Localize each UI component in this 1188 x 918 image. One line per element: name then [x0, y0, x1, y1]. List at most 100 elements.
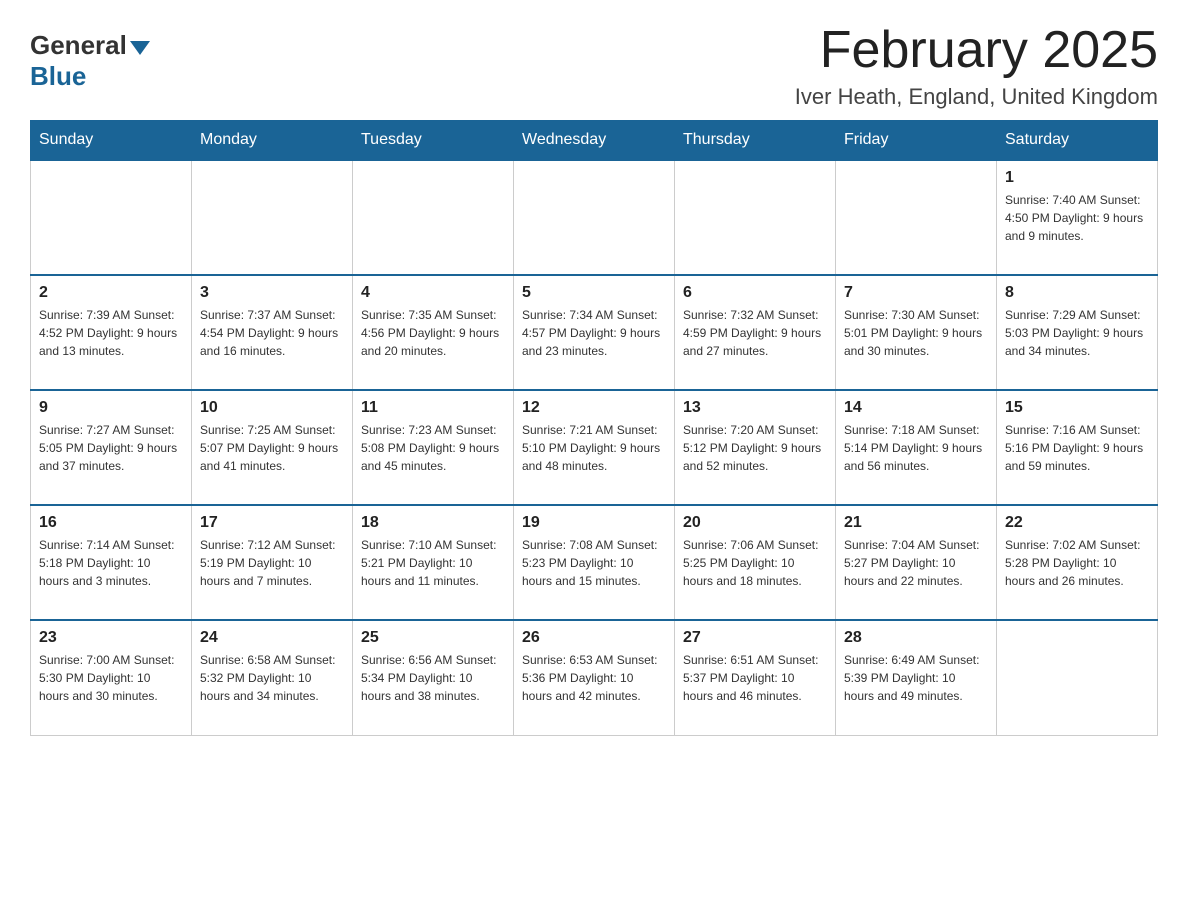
weekday-header-sunday: Sunday [31, 121, 192, 161]
day-number: 2 [39, 284, 183, 302]
day-info: Sunrise: 7:25 AM Sunset: 5:07 PM Dayligh… [200, 421, 344, 475]
calendar-cell [514, 160, 675, 275]
weekday-header-wednesday: Wednesday [514, 121, 675, 161]
day-info: Sunrise: 7:39 AM Sunset: 4:52 PM Dayligh… [39, 306, 183, 360]
day-info: Sunrise: 7:40 AM Sunset: 4:50 PM Dayligh… [1005, 191, 1149, 245]
calendar-cell: 12 Sunrise: 7:21 AM Sunset: 5:10 PM Dayli… [514, 390, 675, 505]
day-number: 6 [683, 284, 827, 302]
day-info: Sunrise: 7:34 AM Sunset: 4:57 PM Dayligh… [522, 306, 666, 360]
logo: General Blue [30, 30, 150, 92]
calendar-cell [836, 160, 997, 275]
day-info: Sunrise: 7:08 AM Sunset: 5:23 PM Dayligh… [522, 536, 666, 590]
day-info: Sunrise: 7:20 AM Sunset: 5:12 PM Dayligh… [683, 421, 827, 475]
logo-arrow-icon [130, 41, 150, 55]
day-number: 10 [200, 399, 344, 417]
day-info: Sunrise: 7:06 AM Sunset: 5:25 PM Dayligh… [683, 536, 827, 590]
day-info: Sunrise: 7:00 AM Sunset: 5:30 PM Dayligh… [39, 651, 183, 705]
calendar-cell: 18 Sunrise: 7:10 AM Sunset: 5:21 PM Dayli… [353, 505, 514, 620]
day-info: Sunrise: 6:53 AM Sunset: 5:36 PM Dayligh… [522, 651, 666, 705]
day-info: Sunrise: 7:37 AM Sunset: 4:54 PM Dayligh… [200, 306, 344, 360]
day-number: 1 [1005, 169, 1149, 187]
day-info: Sunrise: 7:18 AM Sunset: 5:14 PM Dayligh… [844, 421, 988, 475]
day-number: 28 [844, 629, 988, 647]
day-number: 27 [683, 629, 827, 647]
day-info: Sunrise: 7:02 AM Sunset: 5:28 PM Dayligh… [1005, 536, 1149, 590]
day-info: Sunrise: 7:23 AM Sunset: 5:08 PM Dayligh… [361, 421, 505, 475]
calendar-cell: 25 Sunrise: 6:56 AM Sunset: 5:34 PM Dayli… [353, 620, 514, 735]
day-number: 17 [200, 514, 344, 532]
calendar-cell: 16 Sunrise: 7:14 AM Sunset: 5:18 PM Dayli… [31, 505, 192, 620]
logo-general-text: General [30, 30, 127, 61]
calendar-cell: 10 Sunrise: 7:25 AM Sunset: 5:07 PM Dayli… [192, 390, 353, 505]
calendar-cell: 9 Sunrise: 7:27 AM Sunset: 5:05 PM Daylig… [31, 390, 192, 505]
day-info: Sunrise: 7:10 AM Sunset: 5:21 PM Dayligh… [361, 536, 505, 590]
calendar-cell: 20 Sunrise: 7:06 AM Sunset: 5:25 PM Dayli… [675, 505, 836, 620]
calendar-cell [31, 160, 192, 275]
month-title: February 2025 [795, 20, 1158, 80]
day-number: 5 [522, 284, 666, 302]
day-info: Sunrise: 6:51 AM Sunset: 5:37 PM Dayligh… [683, 651, 827, 705]
day-number: 12 [522, 399, 666, 417]
weekday-header-friday: Friday [836, 121, 997, 161]
day-number: 9 [39, 399, 183, 417]
week-row-3: 9 Sunrise: 7:27 AM Sunset: 5:05 PM Daylig… [31, 390, 1158, 505]
day-number: 24 [200, 629, 344, 647]
calendar-cell: 27 Sunrise: 6:51 AM Sunset: 5:37 PM Dayli… [675, 620, 836, 735]
day-info: Sunrise: 7:04 AM Sunset: 5:27 PM Dayligh… [844, 536, 988, 590]
calendar-cell: 26Sunrise: 6:53 AM Sunset: 5:36 PM Dayli… [514, 620, 675, 735]
calendar-cell [353, 160, 514, 275]
week-row-1: 1 Sunrise: 7:40 AM Sunset: 4:50 PM Daylig… [31, 160, 1158, 275]
calendar-cell: 1 Sunrise: 7:40 AM Sunset: 4:50 PM Daylig… [997, 160, 1158, 275]
location-subtitle: Iver Heath, England, United Kingdom [795, 84, 1158, 110]
calendar-cell: 19 Sunrise: 7:08 AM Sunset: 5:23 PM Dayli… [514, 505, 675, 620]
calendar-cell [997, 620, 1158, 735]
day-number: 15 [1005, 399, 1149, 417]
calendar-cell: 15Sunrise: 7:16 AM Sunset: 5:16 PM Dayli… [997, 390, 1158, 505]
day-info: Sunrise: 7:12 AM Sunset: 5:19 PM Dayligh… [200, 536, 344, 590]
day-number: 22 [1005, 514, 1149, 532]
day-info: Sunrise: 7:32 AM Sunset: 4:59 PM Dayligh… [683, 306, 827, 360]
calendar-cell: 3 Sunrise: 7:37 AM Sunset: 4:54 PM Daylig… [192, 275, 353, 390]
calendar-cell: 11 Sunrise: 7:23 AM Sunset: 5:08 PM Dayli… [353, 390, 514, 505]
calendar-cell: 6 Sunrise: 7:32 AM Sunset: 4:59 PM Daylig… [675, 275, 836, 390]
day-number: 11 [361, 399, 505, 417]
calendar-cell: 22 Sunrise: 7:02 AM Sunset: 5:28 PM Dayli… [997, 505, 1158, 620]
day-info: Sunrise: 7:27 AM Sunset: 5:05 PM Dayligh… [39, 421, 183, 475]
weekday-header-tuesday: Tuesday [353, 121, 514, 161]
calendar-cell: 14 Sunrise: 7:18 AM Sunset: 5:14 PM Dayli… [836, 390, 997, 505]
calendar-cell: 21 Sunrise: 7:04 AM Sunset: 5:27 PM Dayli… [836, 505, 997, 620]
day-info: Sunrise: 7:29 AM Sunset: 5:03 PM Dayligh… [1005, 306, 1149, 360]
day-info: Sunrise: 6:58 AM Sunset: 5:32 PM Dayligh… [200, 651, 344, 705]
title-block: February 2025 Iver Heath, England, Unite… [795, 20, 1158, 110]
calendar-cell: 4 Sunrise: 7:35 AM Sunset: 4:56 PM Daylig… [353, 275, 514, 390]
day-info: Sunrise: 7:14 AM Sunset: 5:18 PM Dayligh… [39, 536, 183, 590]
weekday-header-row: SundayMondayTuesdayWednesdayThursdayFrid… [31, 121, 1158, 161]
calendar-cell: 5 Sunrise: 7:34 AM Sunset: 4:57 PM Daylig… [514, 275, 675, 390]
day-number: 25 [361, 629, 505, 647]
calendar-cell: 28 Sunrise: 6:49 AM Sunset: 5:39 PM Dayli… [836, 620, 997, 735]
day-number: 14 [844, 399, 988, 417]
day-number: 4 [361, 284, 505, 302]
day-number: 18 [361, 514, 505, 532]
day-info: Sunrise: 6:49 AM Sunset: 5:39 PM Dayligh… [844, 651, 988, 705]
day-info: Sunrise: 7:35 AM Sunset: 4:56 PM Dayligh… [361, 306, 505, 360]
day-number: 19 [522, 514, 666, 532]
calendar-cell: 13 Sunrise: 7:20 AM Sunset: 5:12 PM Dayli… [675, 390, 836, 505]
week-row-2: 2 Sunrise: 7:39 AM Sunset: 4:52 PM Daylig… [31, 275, 1158, 390]
logo-blue-text: Blue [30, 61, 86, 92]
calendar-cell: 8 Sunrise: 7:29 AM Sunset: 5:03 PM Daylig… [997, 275, 1158, 390]
day-number: 21 [844, 514, 988, 532]
day-number: 3 [200, 284, 344, 302]
weekday-header-monday: Monday [192, 121, 353, 161]
calendar-cell: 24 Sunrise: 6:58 AM Sunset: 5:32 PM Dayli… [192, 620, 353, 735]
day-number: 8 [1005, 284, 1149, 302]
calendar-cell [675, 160, 836, 275]
day-info: Sunrise: 7:21 AM Sunset: 5:10 PM Dayligh… [522, 421, 666, 475]
day-info: Sunrise: 6:56 AM Sunset: 5:34 PM Dayligh… [361, 651, 505, 705]
day-number: 13 [683, 399, 827, 417]
weekday-header-thursday: Thursday [675, 121, 836, 161]
day-number: 20 [683, 514, 827, 532]
day-number: 16 [39, 514, 183, 532]
calendar-table: SundayMondayTuesdayWednesdayThursdayFrid… [30, 120, 1158, 736]
page-header: General Blue February 2025 Iver Heath, E… [30, 20, 1158, 110]
